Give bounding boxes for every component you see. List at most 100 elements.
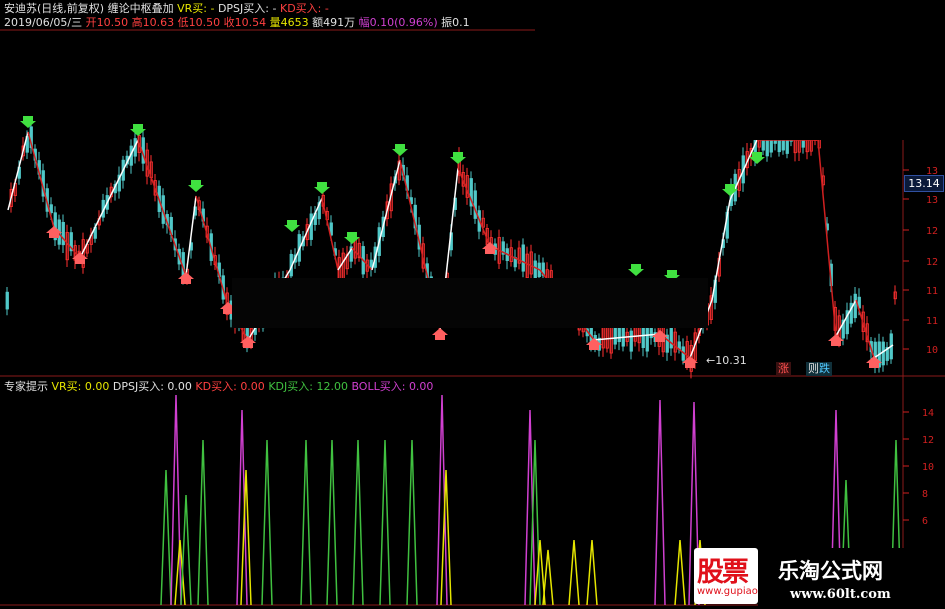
sub-vr-value: 0.00 <box>84 380 110 393</box>
sub-kd-label: KD买入: <box>195 380 237 393</box>
signal-spike <box>352 439 364 606</box>
candle-body <box>665 334 669 353</box>
amount-value: 491万 <box>323 16 356 29</box>
sub-tick-label: 12 <box>922 435 934 446</box>
site-watermark-url: www.60lt.com <box>790 587 891 602</box>
amplitude-value: 0.1 <box>452 16 470 29</box>
sub-vr-label: VR买: <box>51 380 82 393</box>
candle-body <box>649 326 653 339</box>
close-label: 收 <box>223 16 235 29</box>
rise-marker: 涨 <box>776 362 791 376</box>
sub-kd-value: 0.00 <box>240 380 265 393</box>
volume-value: 4653 <box>280 16 309 29</box>
signal-spike <box>170 394 182 606</box>
candle-body <box>473 190 477 219</box>
high-label: 高 <box>131 16 143 29</box>
chan-stroke-segment <box>457 167 491 247</box>
redaction-block-middle <box>232 278 708 328</box>
buy-arrow-icon <box>178 272 194 284</box>
low-price-annotation: ←10.31 <box>706 354 747 367</box>
open-value: 10.50 <box>96 16 129 29</box>
signal-spike <box>379 439 391 606</box>
price-tick-label: 10 <box>926 345 938 356</box>
candle-body <box>881 341 885 366</box>
close-value: 10.54 <box>234 16 267 29</box>
sell-arrow-icon <box>344 232 360 244</box>
sell-arrow-icon <box>130 124 146 136</box>
candle-body <box>629 330 633 352</box>
candle-body <box>521 244 525 272</box>
signal-spike <box>326 439 338 606</box>
signal-spike <box>654 399 666 606</box>
price-tick-label: 12 <box>926 257 938 268</box>
candle-body <box>669 327 673 349</box>
candle-body <box>5 291 9 310</box>
chan-stroke-segment <box>7 131 29 211</box>
price-tick-label: 13 <box>926 195 938 206</box>
sub-boll-value: 0.00 <box>408 380 434 393</box>
chan-stroke-segment <box>27 131 55 229</box>
dpsj-buy-label: DPSJ买入: <box>217 2 269 15</box>
sub-boll-label: BOLL买入: <box>351 380 406 393</box>
high-value: 10.63 <box>142 16 175 29</box>
site-watermark-title: 乐淘公式网 <box>778 559 883 583</box>
stock-name: 安迪苏(日线,前复权) <box>4 2 105 15</box>
chan-stroke-segment <box>185 195 197 277</box>
sub-kdj-label: KDJ买入: <box>268 380 313 393</box>
dpsj-buy-value: - <box>272 2 277 15</box>
chan-stroke-segment <box>289 197 323 271</box>
redaction-block-top <box>535 0 945 140</box>
sub-tick-label: 6 <box>922 516 928 527</box>
candle-body <box>49 204 53 214</box>
chan-stroke-segment <box>817 139 837 337</box>
vr-buy-value: - <box>210 2 215 15</box>
sell-arrow-icon <box>20 116 36 128</box>
chart-header: 安迪苏(日线,前复权) 缠论中枢叠加 VR买: - DPSJ买入: - KD买入… <box>4 2 329 15</box>
signal-spike <box>674 539 686 606</box>
quote-date: 2019/06/05/三 <box>4 16 83 29</box>
chan-stroke-segment <box>195 195 229 307</box>
sell-arrow-icon <box>628 264 644 276</box>
quote-line: 2019/06/05/三 开10.50 高10.63 低10.50 收10.54… <box>4 16 470 29</box>
change-value: 0.10(0.96%) <box>369 16 438 29</box>
chan-stroke-segment <box>855 299 875 359</box>
buy-arrow-icon <box>828 334 844 346</box>
sub-panel-header: 专家提示 VR买: 0.00 DPSJ买入: 0.00 KD买入: 0.00 K… <box>4 380 433 393</box>
sub-axis-ticks: 14 12 10 8 6 <box>903 408 934 527</box>
low-label: 低 <box>177 16 189 29</box>
price-tick-label: 12 <box>926 226 938 237</box>
kd-buy-value: - <box>324 2 329 15</box>
volume-label: 量 <box>269 16 281 29</box>
candlestick-series <box>5 117 897 379</box>
signal-spike <box>261 439 273 606</box>
price-tick-label: 11 <box>926 286 938 297</box>
candle-body <box>613 326 617 345</box>
signal-spike <box>300 439 312 606</box>
low-price-value: 10.31 <box>715 354 747 367</box>
candle-body <box>617 327 621 343</box>
sub-dpsj-label: DPSJ买入: <box>112 380 164 393</box>
sub-dpsj-value: 0.00 <box>167 380 192 393</box>
sub-tick-label: 14 <box>922 408 934 419</box>
low-value: 10.50 <box>188 16 221 29</box>
gupiao-logo-text: 股票 <box>697 557 749 588</box>
sell-arrow-icon <box>314 182 330 194</box>
signal-spike <box>568 539 580 606</box>
vr-buy-label: VR买: <box>177 2 207 15</box>
current-price-tag: 13.14 <box>904 175 944 192</box>
sub-tick-label: 10 <box>922 462 934 473</box>
chan-stroke-segment <box>79 139 139 259</box>
sell-arrow-icon <box>188 180 204 192</box>
price-tick-label: 11 <box>926 316 938 327</box>
fall-marker: 则跌 <box>806 362 832 376</box>
chan-stroke-segment <box>321 197 339 271</box>
fall-marker-text: 跌 <box>819 362 830 375</box>
signal-spike <box>160 469 172 606</box>
sub-kdj-value: 12.00 <box>316 380 348 393</box>
chan-stroke-segment <box>711 199 731 301</box>
buy-arrow-icon <box>72 252 88 264</box>
candle-body <box>309 213 313 240</box>
open-label: 开 <box>85 16 97 29</box>
chan-stroke-segment <box>137 139 187 277</box>
amount-label: 额 <box>312 16 324 29</box>
